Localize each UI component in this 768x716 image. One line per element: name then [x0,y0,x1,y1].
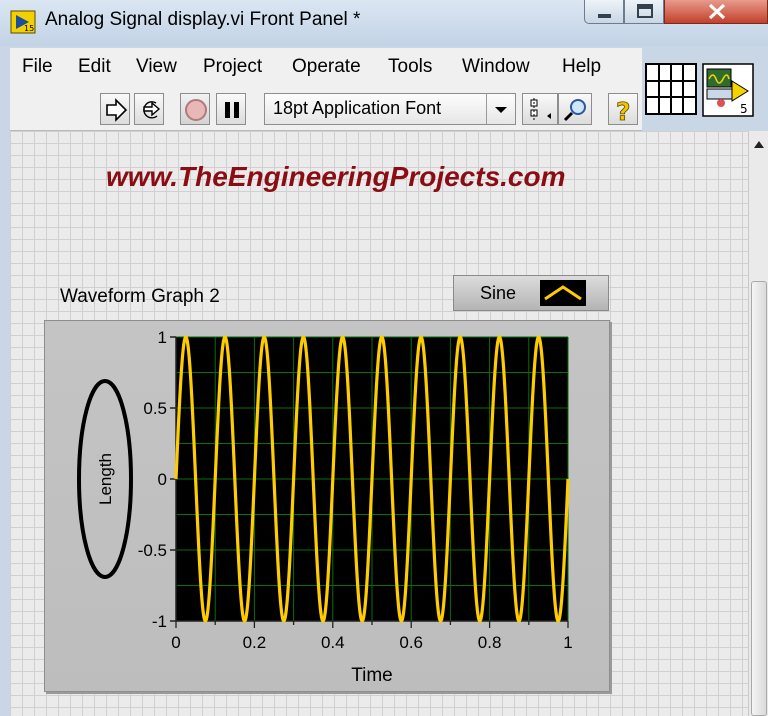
close-icon [708,3,726,20]
run-continuously-button[interactable] [134,93,164,125]
legend-series-name: Sine [480,283,517,303]
x-tick-label: 0.6 [399,633,423,652]
maximize-button[interactable] [624,0,664,24]
vi-icon-number: 5 [740,102,748,116]
help-icon: ? [616,97,631,126]
menu-bar: File Edit View Project Operate Tools Win… [10,48,642,86]
y-tick-label: 1 [158,328,167,347]
svg-text:15: 15 [24,24,34,33]
align-button[interactable] [522,93,558,125]
abort-button[interactable] [180,93,210,125]
plot-legend[interactable]: Sine [453,275,609,311]
watermark-text: www.TheEngineeringProjects.com [106,161,566,192]
menu-project[interactable]: Project [203,56,262,78]
y-tick-label: -1 [152,612,167,631]
run-arrow-icon [106,98,128,122]
search-button[interactable] [558,93,592,125]
scrollbar-thumb[interactable] [751,281,767,716]
y-tick-label: 0.5 [143,399,167,418]
legend-swatch [540,280,586,306]
help-button[interactable]: ? [608,93,638,126]
graph-label: Waveform Graph 2 [60,286,220,307]
minimize-button[interactable] [584,0,624,24]
x-tick-label: 0 [171,633,180,652]
menu-file[interactable]: File [22,56,53,78]
vertical-scrollbar[interactable] [748,131,768,716]
x-tick-label: 1 [563,633,572,652]
y-tick-label: -0.5 [138,541,167,560]
waveform-graph-svg: 10.50-0.5-10 0.2 0.4 0.6 0.8 1 Time Length [77,328,573,686]
labview-window: 15 Analog Signal display.vi Front Panel … [0,0,768,716]
x-tick-label: 0.2 [243,633,267,652]
x-axis-title: Time [351,665,393,686]
x-tick-label: 0.4 [321,633,345,652]
menu-edit[interactable]: Edit [78,56,111,78]
pause-icon [225,102,239,118]
run-continuously-icon [143,101,161,119]
align-icon [530,98,551,122]
waveform-graph[interactable]: 1 0.5 0 -0.5 -1 0 0.2 0.4 0.6 0.8 1 Time Length [44,320,610,692]
font-dropdown-button[interactable] [486,94,515,124]
font-selector[interactable]: 18pt Application Font [264,93,516,125]
svg-text:?: ? [616,97,631,126]
chevron-down-icon [495,107,507,113]
toolbar: 18pt Application Font ? [10,86,642,131]
y-tick-label: 0 [158,470,167,489]
pause-button[interactable] [216,93,246,125]
y-axis-title: Length [96,453,115,505]
menu-operate[interactable]: Operate [292,56,361,78]
connector-pane-icon[interactable] [645,63,697,115]
maximize-icon [637,4,653,18]
vi-icon[interactable]: 5 [702,63,754,117]
labview-app-icon: 15 [10,10,36,34]
menu-tools[interactable]: Tools [388,56,432,78]
menu-view[interactable]: View [136,56,177,78]
close-button[interactable] [664,0,768,24]
abort-icon [185,99,207,121]
menu-help[interactable]: Help [562,56,601,78]
scroll-up-icon[interactable] [753,139,765,149]
window-title: Analog Signal display.vi Front Panel * [45,9,361,30]
font-selector-value: 18pt Application Font [273,98,442,118]
run-button[interactable] [100,93,130,125]
minimize-icon [598,14,611,18]
title-bar[interactable]: 15 Analog Signal display.vi Front Panel … [0,0,768,46]
x-tick-label: 0.8 [478,633,502,652]
search-icon [563,99,586,122]
menu-window[interactable]: Window [462,56,530,78]
